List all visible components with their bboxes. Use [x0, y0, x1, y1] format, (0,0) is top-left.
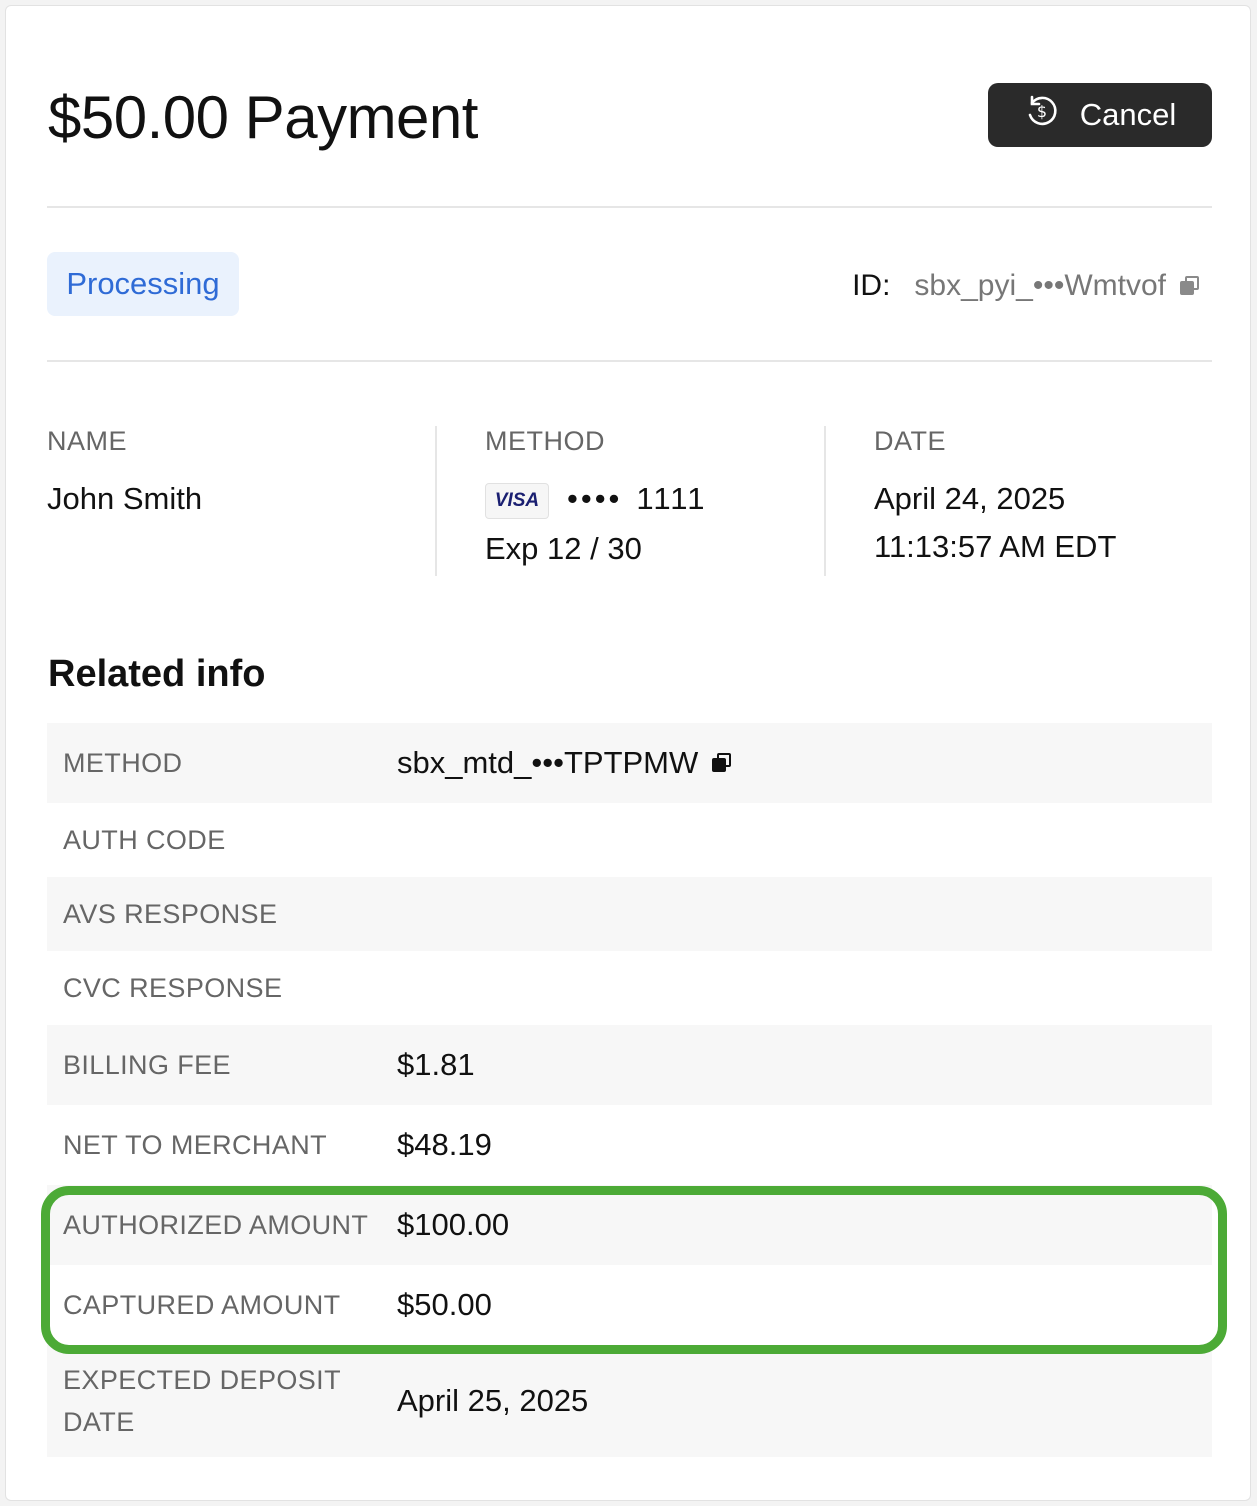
- date-column: DATE April 24, 2025 11:13:57 AM EDT: [824, 426, 1212, 576]
- table-row: EXPECTED DEPOSIT DATE April 25, 2025: [47, 1345, 1212, 1457]
- card-info: VISA •••• 1111: [485, 481, 824, 519]
- visa-icon: VISA: [485, 482, 549, 519]
- related-info-table: METHOD sbx_mtd_•••TPTPMW AUTH CODE AVS R…: [47, 723, 1212, 1457]
- status-divider: [47, 360, 1212, 362]
- table-row: AUTH CODE: [47, 803, 1212, 877]
- header-divider: [47, 206, 1212, 208]
- row-label: EXPECTED DEPOSIT DATE: [63, 1365, 341, 1437]
- payment-id: ID: sbx_pyi_•••Wmtvof: [852, 269, 1200, 303]
- row-value: April 25, 2025: [397, 1383, 589, 1418]
- row-label: CVC RESPONSE: [63, 973, 283, 1003]
- table-row: CVC RESPONSE: [47, 951, 1212, 1025]
- card-expiry: Exp 12 / 30: [485, 530, 642, 566]
- row-label: AUTH CODE: [63, 825, 226, 855]
- table-row: METHOD sbx_mtd_•••TPTPMW: [47, 723, 1212, 803]
- card-last4: 1111: [636, 481, 707, 516]
- row-label: CAPTURED AMOUNT: [63, 1290, 341, 1320]
- table-row: NET TO MERCHANT $48.19: [47, 1105, 1212, 1185]
- refund-dollar-icon: $: [1024, 93, 1060, 137]
- payment-summary: NAME John Smith METHOD VISA •••• 1111 Exp …: [47, 426, 1212, 576]
- card-mask: ••••: [567, 481, 623, 516]
- row-label: NET TO MERCHANT: [63, 1130, 328, 1160]
- name-value: John Smith: [47, 481, 203, 516]
- method-column: METHOD VISA •••• 1111 Exp 12 / 30: [435, 426, 824, 576]
- table-row: CAPTURED AMOUNT $50.00: [47, 1265, 1212, 1345]
- table-row: AUTHORIZED AMOUNT $100.00: [47, 1185, 1212, 1265]
- copy-icon[interactable]: [712, 753, 732, 773]
- row-value: $50.00: [397, 1287, 492, 1322]
- page-title: $50.00 Payment: [48, 84, 478, 151]
- date-label: DATE: [874, 426, 947, 456]
- method-id-value: sbx_mtd_•••TPTPMW: [397, 745, 699, 780]
- time-value: 11:13:57 AM EDT: [874, 529, 1117, 564]
- row-value: $48.19: [397, 1127, 492, 1162]
- payment-detail-card: $50.00 Payment $ Cancel Processing ID: s…: [5, 5, 1251, 1501]
- payment-id-label: ID:: [852, 269, 891, 302]
- method-label: METHOD: [485, 426, 605, 456]
- row-label: AVS RESPONSE: [63, 899, 278, 929]
- row-label: BILLING FEE: [63, 1050, 231, 1080]
- status-badge: Processing: [47, 252, 239, 316]
- row-value: $1.81: [397, 1047, 475, 1082]
- table-row: AVS RESPONSE: [47, 877, 1212, 951]
- cancel-button-label: Cancel: [1079, 97, 1177, 132]
- row-value: sbx_mtd_•••TPTPMW: [397, 745, 732, 781]
- copy-icon[interactable]: [1180, 276, 1200, 296]
- table-row: BILLING FEE $1.81: [47, 1025, 1212, 1105]
- name-label: NAME: [47, 426, 128, 456]
- name-column: NAME John Smith: [47, 426, 435, 576]
- cancel-button[interactable]: $ Cancel: [988, 83, 1212, 147]
- row-value: $100.00: [397, 1207, 510, 1242]
- related-info-heading: Related info: [48, 653, 266, 695]
- payment-id-value: sbx_pyi_•••Wmtvof: [914, 269, 1166, 302]
- svg-text:$: $: [1037, 102, 1047, 121]
- date-value: April 24, 2025: [874, 481, 1066, 516]
- row-label: METHOD: [63, 748, 183, 778]
- row-label: AUTHORIZED AMOUNT: [63, 1210, 369, 1240]
